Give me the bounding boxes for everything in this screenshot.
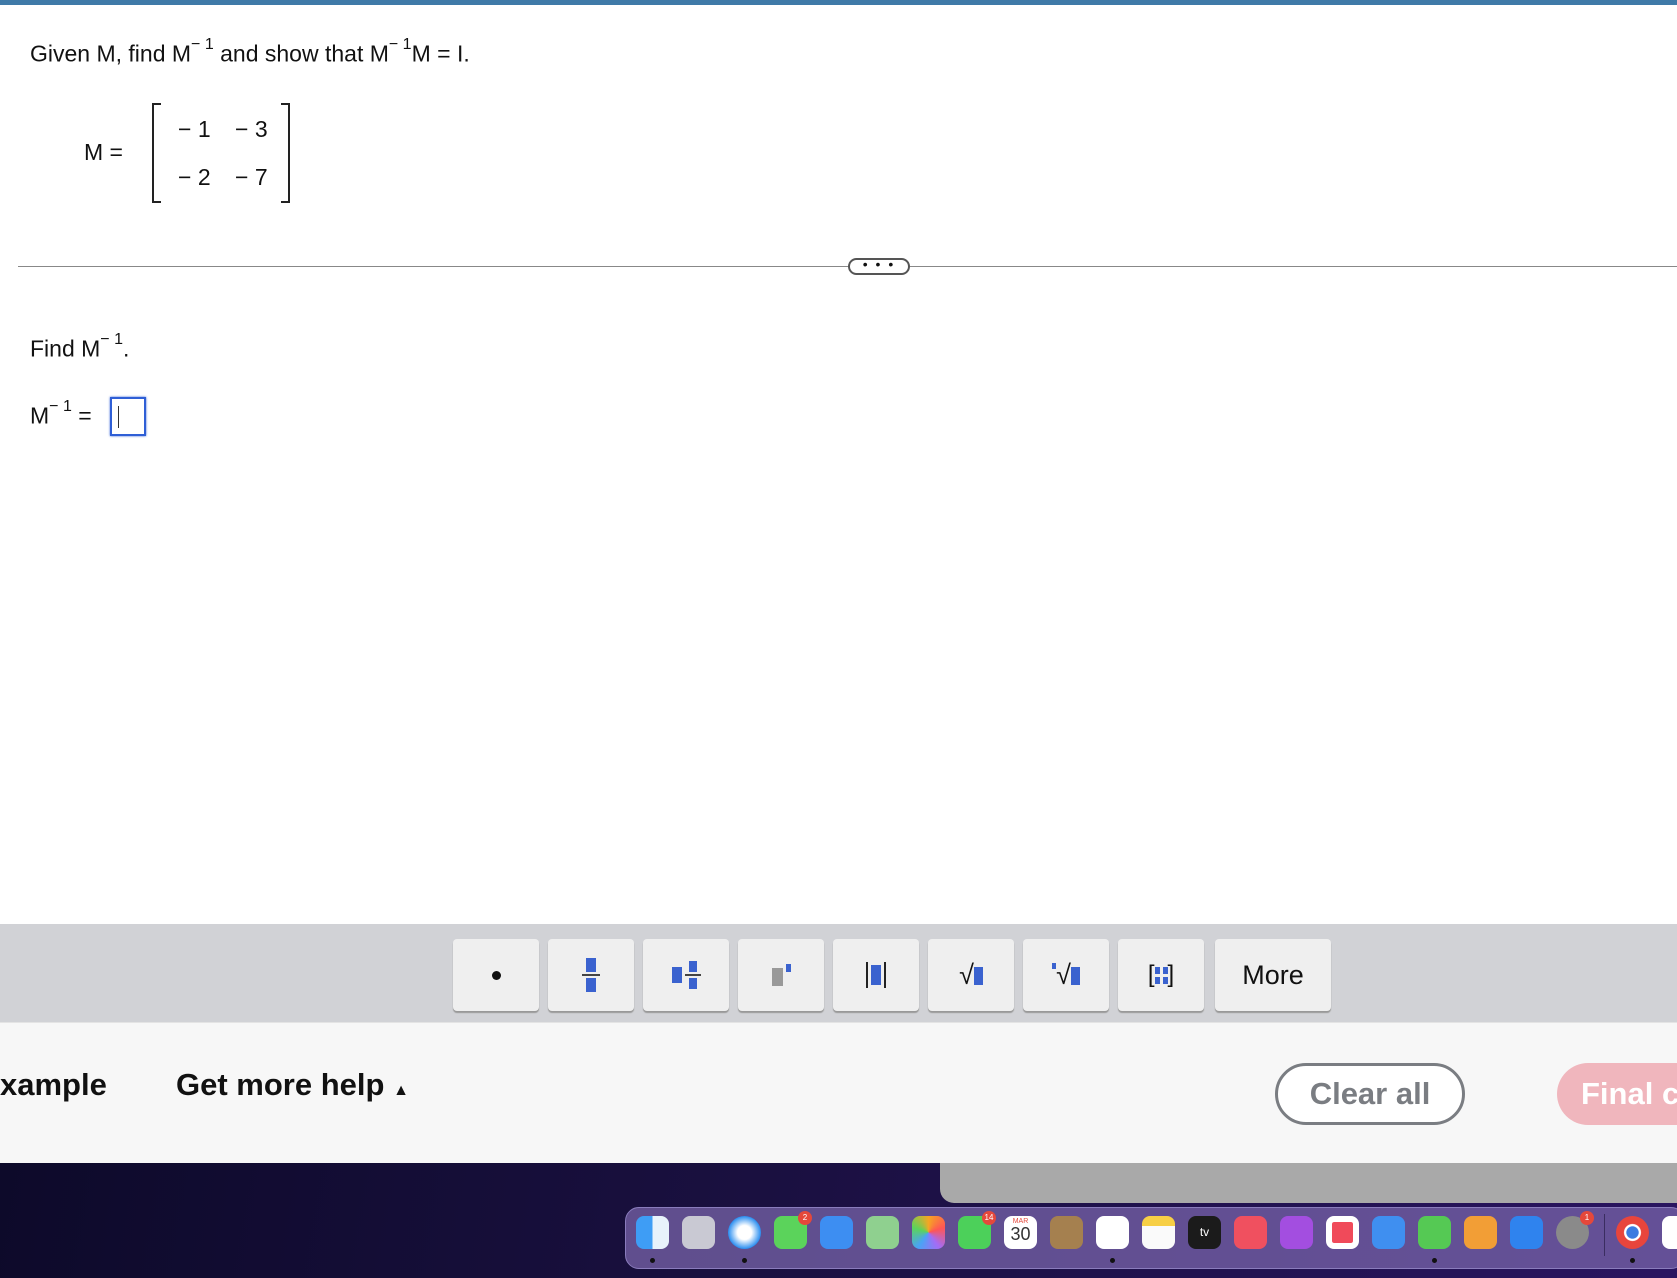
view-example-link[interactable]: xample <box>0 1067 107 1103</box>
absolute-value-icon <box>866 962 886 988</box>
matrix-label: M = <box>84 139 123 165</box>
dot-button[interactable] <box>453 939 539 1011</box>
mixed-number-button[interactable] <box>643 939 729 1011</box>
contacts-icon[interactable] <box>1050 1216 1083 1249</box>
music-icon[interactable] <box>1234 1216 1267 1249</box>
clear-all-button[interactable]: Clear all <box>1275 1063 1465 1125</box>
ans-eq: = <box>78 402 92 429</box>
running-indicator <box>1630 1258 1635 1263</box>
bottom-action-bar: xample Get more help ▲ Clear all Final c <box>0 1022 1677 1163</box>
mail-icon[interactable] <box>820 1216 853 1249</box>
messages-badge: 2 <box>798 1211 812 1225</box>
top-accent-bar <box>0 0 1677 5</box>
launchpad-icon[interactable] <box>682 1216 715 1249</box>
settings-badge: 1 <box>1580 1211 1594 1225</box>
running-indicator <box>1432 1258 1437 1263</box>
numbers-icon[interactable] <box>1418 1216 1451 1249</box>
calendar-icon[interactable]: MAR 30 <box>1004 1216 1037 1249</box>
ans-m: M <box>30 402 50 429</box>
desktop-background: 2 14 MAR 30 tv 1 <box>0 1163 1677 1278</box>
app-icon[interactable] <box>1662 1216 1677 1249</box>
expand-divider-button[interactable]: • • • <box>848 257 910 275</box>
nth-root-icon: √ <box>1052 960 1080 991</box>
facetime-badge: 14 <box>982 1211 996 1225</box>
matrix-cell: − 3 <box>235 116 268 142</box>
safari-icon[interactable] <box>728 1216 761 1249</box>
matrix-cell: − 2 <box>178 164 211 190</box>
square-root-icon: √ <box>959 960 983 991</box>
dot-icon <box>491 970 501 980</box>
exponent-icon <box>771 964 791 986</box>
notes-icon[interactable] <box>1142 1216 1175 1249</box>
fraction-icon <box>582 958 600 992</box>
matrix-button[interactable]: [] <box>1118 939 1204 1011</box>
caret-up-icon: ▲ <box>393 1082 409 1099</box>
matrix-cell: − 1 <box>178 116 211 142</box>
reminders-icon[interactable] <box>1096 1216 1129 1249</box>
question-text: Given M, find M− 1 and show that M− 1M =… <box>30 36 470 68</box>
dock-separator <box>1604 1214 1605 1256</box>
q-part1: Given M, find M <box>30 40 192 67</box>
fraction-button[interactable] <box>548 939 634 1011</box>
maps-icon[interactable] <box>866 1216 899 1249</box>
q-part2: and show that M <box>213 40 389 67</box>
find-period: . <box>122 335 130 362</box>
dock: 2 14 MAR 30 tv 1 <box>625 1207 1677 1269</box>
math-toolbar: √ √ [] More <box>0 924 1677 1022</box>
finder-icon[interactable] <box>636 1216 669 1249</box>
find-text: Find M <box>30 335 101 362</box>
pages-icon[interactable] <box>1464 1216 1497 1249</box>
facetime-icon[interactable]: 14 <box>958 1211 996 1249</box>
apple-tv-icon[interactable]: tv <box>1188 1216 1221 1249</box>
get-more-help-button[interactable]: Get more help ▲ <box>176 1067 409 1103</box>
chrome-icon[interactable] <box>1616 1216 1649 1249</box>
running-indicator <box>742 1258 747 1263</box>
absolute-value-button[interactable] <box>833 939 919 1011</box>
matrix-icon: [] <box>1147 961 1175 988</box>
answer-label: M− 1 = <box>30 398 92 430</box>
running-indicator <box>1110 1258 1115 1263</box>
q-sup: − 1 <box>191 36 214 53</box>
running-indicator <box>650 1258 655 1263</box>
square-root-button[interactable]: √ <box>928 939 1014 1011</box>
background-window <box>940 1163 1677 1203</box>
calendar-month: MAR <box>1012 1218 1029 1225</box>
nth-root-button[interactable]: √ <box>1023 939 1109 1011</box>
more-button[interactable]: More <box>1215 939 1331 1011</box>
final-check-button[interactable]: Final c <box>1557 1063 1677 1125</box>
news-icon[interactable] <box>1326 1216 1359 1249</box>
find-sup: − 1 <box>100 331 123 348</box>
ans-sup: − 1 <box>49 398 72 415</box>
answer-input[interactable] <box>110 397 146 436</box>
app-store-icon[interactable] <box>1510 1216 1543 1249</box>
matrix-left-bracket <box>152 103 161 203</box>
mixed-number-icon <box>671 961 701 989</box>
photos-icon[interactable] <box>912 1216 945 1249</box>
matrix-cell: − 7 <box>235 164 268 190</box>
matrix-right-bracket <box>281 103 290 203</box>
find-prompt: Find M− 1. <box>30 331 130 363</box>
q-sup2: − 1 <box>388 36 412 53</box>
exponent-button[interactable] <box>738 939 824 1011</box>
podcasts-icon[interactable] <box>1280 1216 1313 1249</box>
q-part3: M = I. <box>411 40 470 67</box>
keynote-icon[interactable] <box>1372 1216 1405 1249</box>
help-label: Get more help <box>176 1067 385 1102</box>
messages-icon[interactable]: 2 <box>774 1211 812 1249</box>
system-settings-icon[interactable]: 1 <box>1556 1211 1594 1249</box>
